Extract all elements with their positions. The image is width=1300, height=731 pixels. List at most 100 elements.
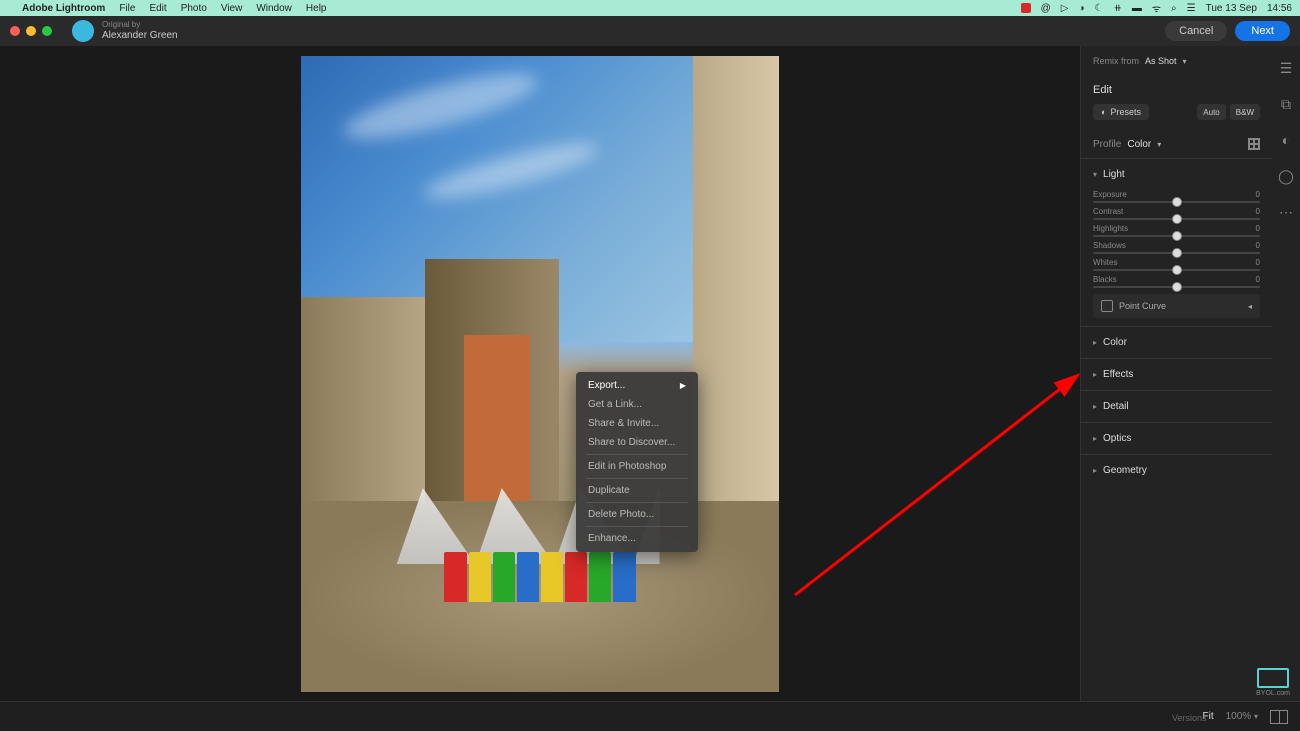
section-effects: ▸Effects bbox=[1081, 358, 1272, 390]
canvas-area: Export...▶ Get a Link... Share & Invite.… bbox=[0, 46, 1080, 701]
crop-icon[interactable]: ⧉ bbox=[1278, 96, 1294, 112]
avatar[interactable] bbox=[72, 20, 94, 42]
slider-exposure: Exposure 0 bbox=[1093, 190, 1260, 203]
section-effects-header[interactable]: ▸Effects bbox=[1081, 359, 1272, 390]
control-center-icon[interactable]: ☰ bbox=[1187, 3, 1196, 14]
menu-separator bbox=[586, 478, 688, 479]
profile-row[interactable]: Profile Color ▾ bbox=[1081, 130, 1272, 158]
menu-photo[interactable]: Photo bbox=[181, 3, 207, 14]
slider-blacks: Blacks 0 bbox=[1093, 275, 1260, 288]
slider-track[interactable] bbox=[1093, 235, 1260, 237]
status-icon[interactable] bbox=[1021, 3, 1031, 13]
context-menu-share-invite[interactable]: Share & Invite... bbox=[576, 414, 698, 433]
next-button[interactable]: Next bbox=[1235, 21, 1290, 41]
menubar-time[interactable]: 14:56 bbox=[1267, 3, 1292, 14]
slider-value: 0 bbox=[1256, 258, 1260, 267]
menu-window[interactable]: Window bbox=[256, 3, 292, 14]
search-icon[interactable]: ⌕ bbox=[1171, 3, 1177, 14]
presets-icon: ◐ bbox=[1101, 107, 1106, 117]
point-curve-button[interactable]: Point Curve◂ bbox=[1093, 294, 1260, 318]
section-light: ▾ Light Exposure 0 Contrast 0 Highlights… bbox=[1081, 158, 1272, 326]
slider-value: 0 bbox=[1256, 207, 1260, 216]
slider-track[interactable] bbox=[1093, 286, 1260, 288]
close-window-button[interactable] bbox=[10, 26, 20, 36]
zoom-value[interactable]: 100% ▾ bbox=[1226, 711, 1258, 722]
context-menu-share-discover[interactable]: Share to Discover... bbox=[576, 433, 698, 452]
cancel-button[interactable]: Cancel bbox=[1165, 21, 1227, 41]
menu-view[interactable]: View bbox=[221, 3, 243, 14]
section-geometry-header[interactable]: ▸Geometry bbox=[1081, 455, 1272, 486]
healing-icon[interactable]: ◐ bbox=[1278, 132, 1294, 148]
section-geometry: ▸Geometry bbox=[1081, 454, 1272, 486]
section-optics-header[interactable]: ▸Optics bbox=[1081, 423, 1272, 454]
chevron-down-icon: ▾ bbox=[1157, 140, 1161, 149]
slider-track[interactable] bbox=[1093, 252, 1260, 254]
slider-value: 0 bbox=[1256, 241, 1260, 250]
chevron-right-icon: ▸ bbox=[1093, 338, 1097, 347]
chevron-right-icon: ▶ bbox=[680, 381, 686, 390]
tool-strip: ☰ ⧉ ◐ ◯ ⋯ bbox=[1272, 46, 1300, 701]
auto-button[interactable]: Auto bbox=[1197, 104, 1225, 120]
menu-separator bbox=[586, 526, 688, 527]
photo-preview[interactable] bbox=[301, 56, 779, 692]
chevron-right-icon: ▸ bbox=[1093, 402, 1097, 411]
edit-title: Edit bbox=[1081, 76, 1272, 104]
slider-thumb[interactable] bbox=[1172, 214, 1182, 224]
slider-thumb[interactable] bbox=[1172, 197, 1182, 207]
context-menu-edit-photoshop[interactable]: Edit in Photoshop bbox=[576, 457, 698, 476]
slider-thumb[interactable] bbox=[1172, 248, 1182, 258]
context-menu-delete[interactable]: Delete Photo... bbox=[576, 505, 698, 524]
section-light-header[interactable]: ▾ Light bbox=[1081, 159, 1272, 190]
mac-menubar: Adobe Lightroom File Edit Photo View Win… bbox=[0, 0, 1300, 16]
user-block: Original by Alexander Green bbox=[72, 20, 178, 42]
slider-track[interactable] bbox=[1093, 218, 1260, 220]
masking-icon[interactable]: ◯ bbox=[1278, 168, 1294, 184]
versions-link[interactable]: Versions bbox=[1172, 713, 1207, 723]
adjust-icon[interactable]: ☰ bbox=[1278, 60, 1294, 76]
moon-icon[interactable]: ☾ bbox=[1095, 3, 1104, 14]
context-menu-duplicate[interactable]: Duplicate bbox=[576, 481, 698, 500]
context-menu-enhance[interactable]: Enhance... bbox=[576, 529, 698, 548]
menu-separator bbox=[586, 454, 688, 455]
slider-value: 0 bbox=[1256, 190, 1260, 199]
minimize-window-button[interactable] bbox=[26, 26, 36, 36]
slider-track[interactable] bbox=[1093, 269, 1260, 271]
context-menu-get-link[interactable]: Get a Link... bbox=[576, 395, 698, 414]
section-color: ▸Color bbox=[1081, 326, 1272, 358]
profile-grid-icon[interactable] bbox=[1248, 138, 1260, 150]
menu-file[interactable]: File bbox=[119, 3, 135, 14]
clock-icon[interactable]: ◑ bbox=[1079, 3, 1085, 14]
wifi-icon[interactable]: ᯤ bbox=[1152, 1, 1161, 15]
slider-label: Shadows bbox=[1093, 241, 1126, 250]
slider-thumb[interactable] bbox=[1172, 282, 1182, 292]
menubar-date[interactable]: Tue 13 Sep bbox=[1206, 3, 1257, 14]
context-menu-export[interactable]: Export...▶ bbox=[576, 376, 698, 395]
slider-shadows: Shadows 0 bbox=[1093, 241, 1260, 254]
bw-button[interactable]: B&W bbox=[1230, 104, 1260, 120]
slider-highlights: Highlights 0 bbox=[1093, 224, 1260, 237]
main-area: Export...▶ Get a Link... Share & Invite.… bbox=[0, 46, 1300, 701]
app-name[interactable]: Adobe Lightroom bbox=[22, 3, 105, 14]
menu-help[interactable]: Help bbox=[306, 3, 327, 14]
presets-button[interactable]: ◐Presets bbox=[1093, 104, 1149, 120]
at-icon[interactable]: @ bbox=[1041, 3, 1051, 14]
section-detail-header[interactable]: ▸Detail bbox=[1081, 391, 1272, 422]
maximize-window-button[interactable] bbox=[42, 26, 52, 36]
slider-track[interactable] bbox=[1093, 201, 1260, 203]
context-menu: Export...▶ Get a Link... Share & Invite.… bbox=[576, 372, 698, 552]
slider-thumb[interactable] bbox=[1172, 265, 1182, 275]
battery-icon[interactable]: ▬ bbox=[1132, 3, 1142, 14]
menu-edit[interactable]: Edit bbox=[149, 3, 166, 14]
original-by-label: Original by bbox=[102, 21, 178, 30]
chevron-down-icon: ▾ bbox=[1093, 170, 1097, 179]
slider-thumb[interactable] bbox=[1172, 231, 1182, 241]
section-color-header[interactable]: ▸Color bbox=[1081, 327, 1272, 358]
more-icon[interactable]: ⋯ bbox=[1278, 204, 1294, 220]
byol-watermark: BYOL.com bbox=[1256, 668, 1290, 697]
slider-label: Whites bbox=[1093, 258, 1117, 267]
chevron-right-icon: ▸ bbox=[1093, 434, 1097, 443]
remix-from-row[interactable]: Remix from As Shot ▾ bbox=[1081, 46, 1272, 76]
bluetooth-icon[interactable]: ⧺ bbox=[1114, 3, 1122, 14]
compare-icon[interactable] bbox=[1270, 710, 1288, 724]
play-icon[interactable]: ▷ bbox=[1061, 3, 1069, 14]
